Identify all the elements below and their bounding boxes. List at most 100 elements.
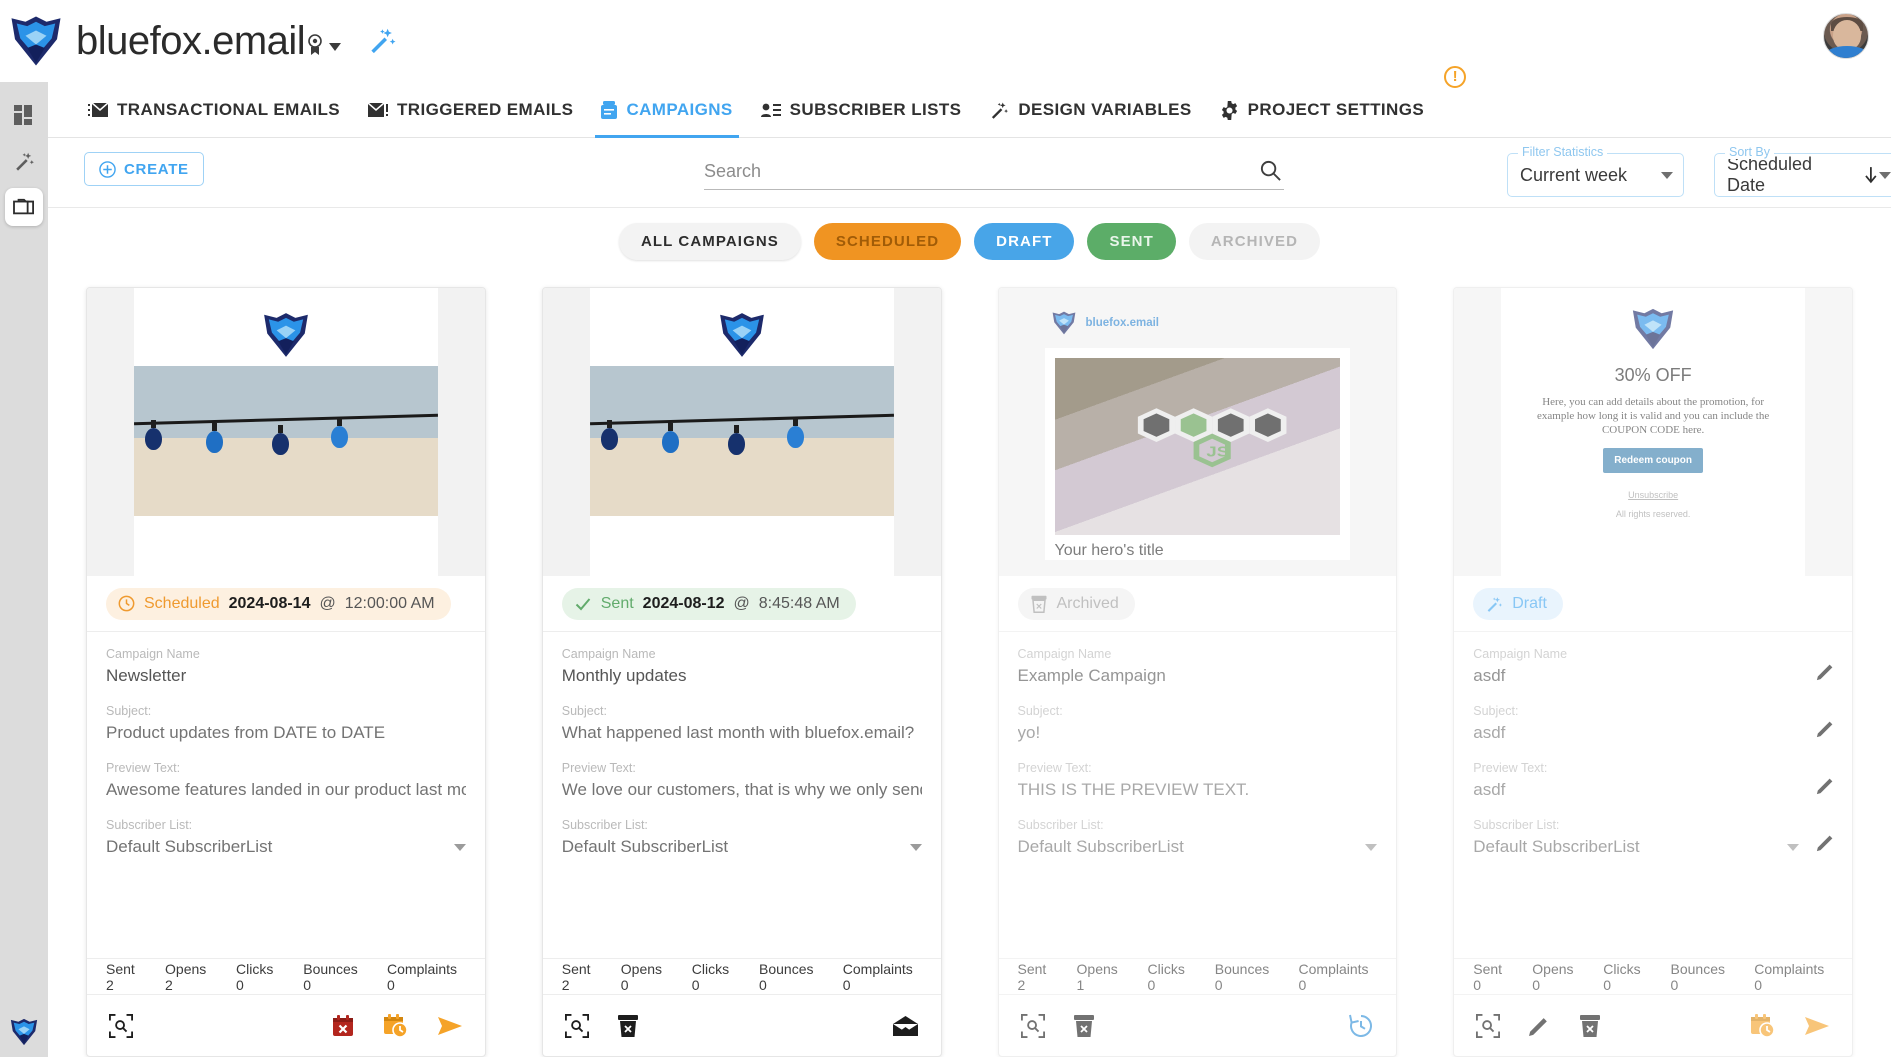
verified-badge-icon [308, 34, 322, 55]
stat-clicks: Clicks 0 [236, 960, 274, 993]
search-field[interactable] [704, 154, 1284, 190]
rail-item-projects[interactable] [5, 188, 43, 226]
bluefox-logo-icon [719, 313, 764, 357]
field-value: We love our customers, that is why we on… [561, 780, 922, 799]
tab-campaigns[interactable]: CAMPAIGNS [587, 82, 746, 138]
field-subscriber-list[interactable]: Subscriber List: Default SubscriberList [106, 817, 466, 860]
email-preview[interactable] [542, 288, 941, 576]
archive-icon[interactable] [1579, 1014, 1601, 1038]
chevron-down-icon[interactable] [1661, 171, 1673, 179]
tab-label: DESIGN VARIABLES [1018, 100, 1192, 119]
subscriber-list-icon [760, 103, 781, 117]
chip-draft[interactable]: DRAFT [974, 222, 1075, 260]
user-avatar[interactable] [1823, 13, 1869, 59]
archive-icon[interactable] [1073, 1014, 1095, 1038]
preview-search-icon[interactable] [1020, 1013, 1045, 1038]
schedule-icon[interactable] [1750, 1013, 1776, 1039]
status-row: Draft [1454, 576, 1852, 632]
email-preview[interactable]: bluefox.email JS Your hero's title [998, 288, 1397, 576]
preview-brand: bluefox.email [1085, 317, 1160, 329]
arrow-down-icon[interactable] [1863, 166, 1879, 184]
chevron-down-icon[interactable] [1365, 844, 1378, 851]
stat-opens: Opens 2 [165, 960, 207, 993]
field-label: Preview Text: [106, 761, 181, 775]
bluefox-logo-icon[interactable] [9, 1017, 39, 1047]
field-preview-text: Preview Text: THIS IS THE PREVIEW TEXT. [1018, 760, 1378, 803]
campaign-card[interactable]: bluefox.email JS Your hero's title Archi… [997, 287, 1398, 1057]
preview-search-icon[interactable] [564, 1013, 589, 1038]
preview-search-icon[interactable] [109, 1013, 133, 1038]
rail-item-dashboard[interactable] [5, 96, 43, 134]
search-input[interactable] [704, 154, 1234, 188]
field-subscriber-list[interactable]: Subscriber List: Default SubscriberList [1473, 817, 1833, 860]
tab-design-variables[interactable]: DESIGN VARIABLES [975, 82, 1205, 138]
send-icon[interactable] [1804, 1014, 1830, 1038]
magic-wand-icon[interactable] [367, 25, 397, 60]
create-button[interactable]: CREATE [84, 152, 204, 186]
stat-sent: Sent 2 [1017, 960, 1047, 993]
filter-statistics-select[interactable]: Filter Statistics Current week [1507, 145, 1684, 197]
chevron-down-icon[interactable] [329, 43, 342, 51]
triggered-email-icon [368, 102, 389, 117]
sort-by-label: Sort By [1725, 145, 1774, 159]
campaign-fields: Campaign Name asdf Subject: asdf Preview… [1454, 632, 1852, 958]
campaign-fields: Campaign Name Newsletter Subject: Produc… [87, 632, 485, 958]
rail-item-design[interactable] [5, 142, 43, 180]
field-value: What happened last month with bluefox.em… [561, 723, 915, 742]
field-subscriber-list[interactable]: Subscriber List: Default SubscriberList [1018, 817, 1378, 860]
campaign-card[interactable]: 30% OFF Here, you can add details about … [1453, 287, 1853, 1057]
card-actions [542, 994, 941, 1056]
field-label: Subject: [561, 704, 607, 718]
field-subscriber-list[interactable]: Subscriber List: Default SubscriberList [562, 817, 922, 860]
settings-warning-badge[interactable]: ! [1444, 66, 1467, 88]
magic-wand-icon [992, 102, 1009, 119]
chip-sent[interactable]: SENT [1087, 222, 1176, 260]
status-badge: Sent 2024-08-12 @ 8:45:48 AM [561, 587, 856, 620]
chip-archived[interactable]: ARCHIVED [1188, 222, 1321, 260]
search-icon[interactable] [1259, 159, 1282, 187]
tab-transactional-emails[interactable]: TRANSACTIONAL EMAILS [74, 82, 354, 138]
stat-opens: Opens 0 [1532, 960, 1574, 993]
status-badge: Archived [1017, 587, 1135, 620]
redeem-coupon-button[interactable]: Redeem coupon [1603, 448, 1704, 473]
chevron-down-icon[interactable] [1879, 171, 1891, 179]
field-label: Preview Text: [1473, 761, 1548, 775]
edit-pencil-icon[interactable] [1816, 832, 1836, 857]
field-subject: Subject: asdf [1473, 703, 1833, 746]
chevron-down-icon[interactable] [453, 844, 466, 851]
edit-pencil-icon[interactable] [1816, 718, 1836, 743]
campaign-fields: Campaign Name Monthly updates Subject: W… [543, 632, 941, 958]
campaign-card[interactable]: Scheduled 2024-08-14 @ 12:00:00 AM Campa… [86, 287, 486, 1057]
field-value: Monthly updates [561, 666, 687, 685]
sort-by-select[interactable]: Sort By Scheduled Date [1714, 145, 1891, 197]
tab-triggered-emails[interactable]: TRIGGERED EMAILS [354, 82, 587, 138]
edit-pencil-icon[interactable] [1816, 661, 1836, 686]
archive-icon[interactable] [617, 1014, 639, 1038]
field-label: Subject: [1473, 704, 1519, 718]
tab-project-settings[interactable]: PROJECT SETTINGS [1206, 82, 1438, 138]
edit-pencil-icon[interactable] [1816, 775, 1836, 800]
chevron-down-icon[interactable] [1787, 844, 1799, 851]
field-label: Campaign Name [1473, 647, 1568, 661]
reschedule-icon[interactable] [383, 1013, 409, 1039]
send-icon[interactable] [437, 1014, 463, 1038]
sort-by-value: Scheduled Date [1727, 154, 1813, 195]
tab-label: SUBSCRIBER LISTS [789, 100, 962, 119]
chip-all-campaigns[interactable]: ALL CAMPAIGNS [618, 222, 801, 260]
preview-search-icon[interactable] [1476, 1013, 1501, 1038]
field-campaign-name: Campaign Name Example Campaign [1018, 646, 1378, 689]
card-actions [87, 994, 485, 1056]
cancel-schedule-icon[interactable] [331, 1014, 355, 1038]
unsubscribe-link[interactable]: Unsubscribe [1511, 490, 1795, 500]
tab-subscriber-lists[interactable]: SUBSCRIBER LISTS [747, 82, 976, 138]
email-preview[interactable] [87, 288, 485, 576]
email-preview[interactable]: 30% OFF Here, you can add details about … [1454, 288, 1852, 576]
open-mail-icon[interactable] [892, 1015, 919, 1037]
bluefox-logo-icon[interactable] [8, 13, 64, 69]
chip-scheduled[interactable]: SCHEDULED [813, 222, 962, 260]
edit-pencil-icon[interactable] [1528, 1014, 1551, 1037]
field-value: asdf [1473, 723, 1506, 742]
chevron-down-icon[interactable] [909, 844, 922, 851]
restore-history-icon[interactable] [1348, 1013, 1374, 1039]
campaign-card[interactable]: Sent 2024-08-12 @ 8:45:48 AM Campaign Na… [541, 287, 942, 1057]
